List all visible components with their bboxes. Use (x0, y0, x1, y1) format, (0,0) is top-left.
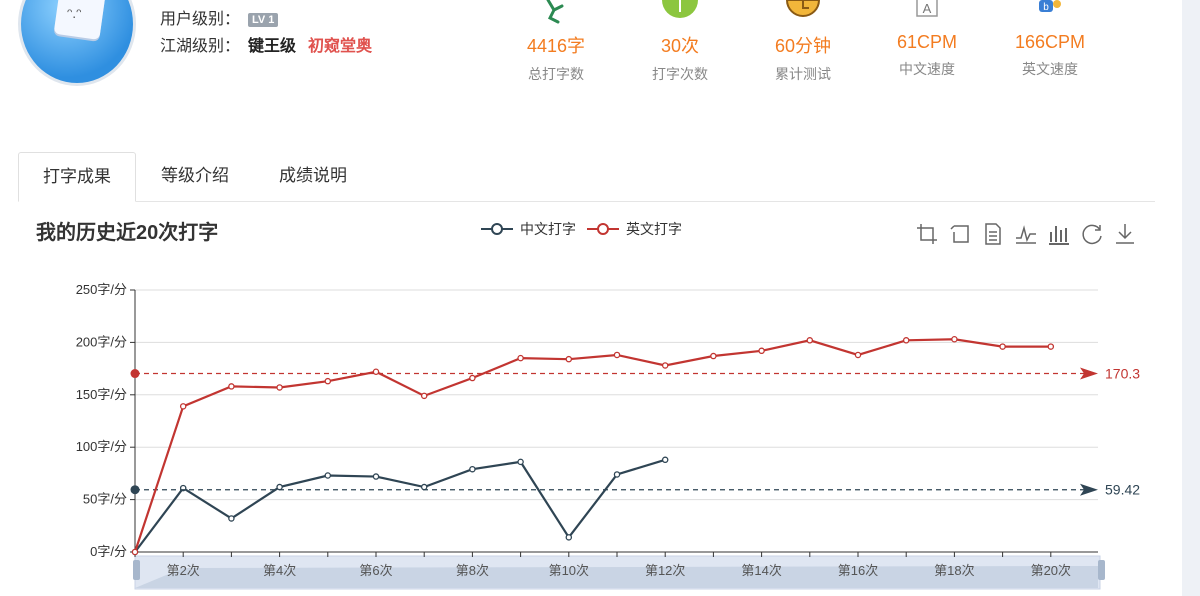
data-point (613, 351, 621, 359)
x-tick-label: 第6次 (359, 563, 392, 578)
y-tick-label: 200字/分 (76, 334, 127, 349)
data-point (951, 336, 958, 343)
line-chart: 0字/分 50字/分 100字/分 150字/分 200字/分 250字/分第2次 第4次 第… (76, 282, 1140, 590)
data-point (179, 403, 187, 410)
data-point (661, 456, 669, 464)
data-point (661, 362, 669, 369)
data-point (228, 383, 235, 390)
data-point (710, 352, 717, 360)
x-tick-label: 第8次 (456, 563, 489, 578)
average-label: 59.42 (1105, 482, 1140, 498)
x-tick-label: 第12次 (645, 563, 685, 578)
data-point (276, 384, 283, 391)
x-tick-label: 第18次 (934, 563, 974, 578)
y-tick-label: 250字/分 (76, 282, 127, 297)
x-tick-label: 第10次 (549, 563, 589, 578)
x-tick-label: 第20次 (1031, 563, 1071, 578)
y-tick-label: 0字/分 (90, 544, 127, 559)
data-point (420, 392, 428, 400)
x-tick-label: 第2次 (167, 563, 200, 578)
data-point (517, 354, 524, 362)
data-point (372, 473, 380, 480)
data-point (565, 534, 573, 541)
data-zoom-handle-left (133, 560, 140, 580)
data-point (902, 337, 910, 344)
data-point (613, 471, 621, 478)
data-point (517, 458, 524, 466)
data-point (420, 483, 428, 491)
data-point (565, 355, 573, 363)
data-point (758, 347, 765, 355)
data-point (469, 465, 476, 473)
series-line (133, 338, 1051, 553)
x-tick-label: 第14次 (741, 563, 781, 578)
data-point (372, 368, 380, 375)
data-point (276, 483, 283, 491)
average-label: 170.3 (1105, 366, 1140, 382)
x-tick-label: 第4次 (263, 563, 296, 578)
data-point (854, 351, 862, 359)
y-tick-label: 150字/分 (76, 387, 127, 402)
data-point (1047, 343, 1055, 350)
data-point (469, 374, 476, 382)
data-point (999, 343, 1006, 350)
series-line (134, 458, 666, 553)
data-zoom-handle-right (1098, 560, 1105, 580)
data-point (324, 377, 332, 385)
data-point (228, 515, 235, 522)
x-tick-label: 第16次 (838, 563, 878, 578)
y-tick-label: 50字/分 (83, 492, 127, 507)
data-point (806, 337, 814, 344)
y-tick-label: 100字/分 (76, 439, 127, 454)
data-point (324, 472, 332, 479)
data-point (131, 548, 139, 556)
